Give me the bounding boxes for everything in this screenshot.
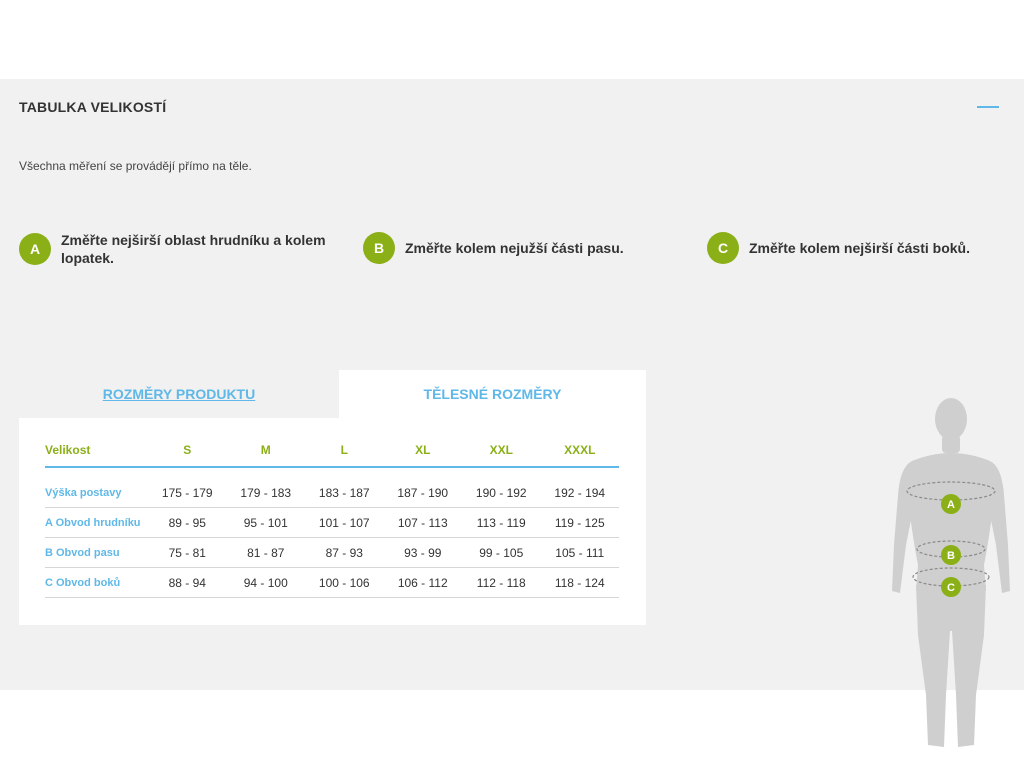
panel-title: TABULKA VELIKOSTÍ — [19, 99, 167, 115]
marker-c-label: C — [947, 582, 955, 594]
table-row: A Obvod hrudníku 89 - 95 95 - 101 101 - … — [45, 507, 619, 538]
marker-a: A — [941, 494, 961, 514]
table-cell: 87 - 93 — [305, 537, 384, 568]
table-cell: 99 - 105 — [462, 537, 541, 568]
marker-a-label: A — [947, 499, 955, 511]
table-row: Výška postavy 175 - 179 179 - 183 183 - … — [45, 478, 619, 508]
marker-b-label: B — [947, 550, 955, 562]
header-cell: S — [148, 434, 227, 468]
table-cell: 119 - 125 — [540, 507, 619, 538]
table-cell: 81 - 87 — [226, 537, 305, 568]
table-cell: 101 - 107 — [305, 507, 384, 538]
body-silhouette — [892, 398, 1010, 747]
table-row: B Obvod pasu 75 - 81 81 - 87 87 - 93 93 … — [45, 537, 619, 568]
table-cell: 183 - 187 — [305, 478, 384, 508]
marker-c: C — [941, 577, 961, 597]
table-cell: 107 - 113 — [383, 507, 462, 538]
marker-b: B — [941, 545, 961, 565]
row-label: A Obvod hrudníku — [45, 507, 148, 538]
tab-product-dimensions[interactable]: ROZMĚRY PRODUKTU — [19, 370, 339, 418]
header-cell: XXL — [462, 434, 541, 468]
header-cell: Velikost — [45, 434, 148, 468]
instruction-c-text: Změřte kolem nejširší části boků. — [749, 240, 970, 256]
table-cell: 175 - 179 — [148, 478, 227, 508]
table-row: C Obvod boků 88 - 94 94 - 100 100 - 106 … — [45, 567, 619, 598]
table-cell: 192 - 194 — [540, 478, 619, 508]
table-cell: 106 - 112 — [383, 567, 462, 598]
table-header-row: Velikost S M L XL XXL XXXL — [45, 434, 619, 468]
row-label: C Obvod boků — [45, 567, 148, 598]
table-cell: 187 - 190 — [383, 478, 462, 508]
table-cell: 179 - 183 — [226, 478, 305, 508]
table-cell: 95 - 101 — [226, 507, 305, 538]
table-cell: 94 - 100 — [226, 567, 305, 598]
header-cell: XL — [383, 434, 462, 468]
row-label: B Obvod pasu — [45, 537, 148, 568]
badge-a: A — [19, 233, 51, 265]
table-cell: 118 - 124 — [540, 567, 619, 598]
instruction-c: C Změřte kolem nejširší části boků. — [707, 232, 970, 264]
table-cell: 93 - 99 — [383, 537, 462, 568]
instruction-a: A Změřte nejširší oblast hrudníku a kole… — [19, 231, 326, 267]
table-cell: 100 - 106 — [305, 567, 384, 598]
table-cell: 105 - 111 — [540, 537, 619, 568]
human-body-figure: A B C — [892, 398, 1010, 747]
instruction-b: B Změřte kolem nejužší části pasu. — [363, 232, 624, 264]
table-cell: 190 - 192 — [462, 478, 541, 508]
badge-b: B — [363, 232, 395, 264]
header-cell: L — [305, 434, 384, 468]
header-cell: XXXL — [540, 434, 619, 468]
table-cell: 112 - 118 — [462, 567, 541, 598]
badge-c: C — [707, 232, 739, 264]
instruction-a-text: Změřte nejširší oblast hrudníku a kolem … — [61, 232, 326, 266]
tab-body-measurements[interactable]: TĚLESNÉ ROZMĚRY — [339, 370, 646, 418]
measurement-tabs: ROZMĚRY PRODUKTU TĚLESNÉ ROZMĚRY — [19, 370, 646, 418]
table-cell: 75 - 81 — [148, 537, 227, 568]
minus-icon — [977, 106, 999, 108]
collapse-toggle[interactable] — [977, 100, 999, 114]
size-chart-panel: TABULKA VELIKOSTÍ Všechna měření se prov… — [0, 79, 1024, 747]
table-cell: 89 - 95 — [148, 507, 227, 538]
size-table-card: Velikost S M L XL XXL XXXL Výška postavy… — [19, 418, 646, 625]
table-cell: 88 - 94 — [148, 567, 227, 598]
intro-text: Všechna měření se provádějí přímo na těl… — [19, 159, 252, 173]
size-table: Velikost S M L XL XXL XXXL Výška postavy… — [45, 434, 619, 598]
header-cell: M — [226, 434, 305, 468]
row-label: Výška postavy — [45, 478, 148, 508]
instruction-b-text: Změřte kolem nejužší části pasu. — [405, 240, 624, 256]
table-cell: 113 - 119 — [462, 507, 541, 538]
